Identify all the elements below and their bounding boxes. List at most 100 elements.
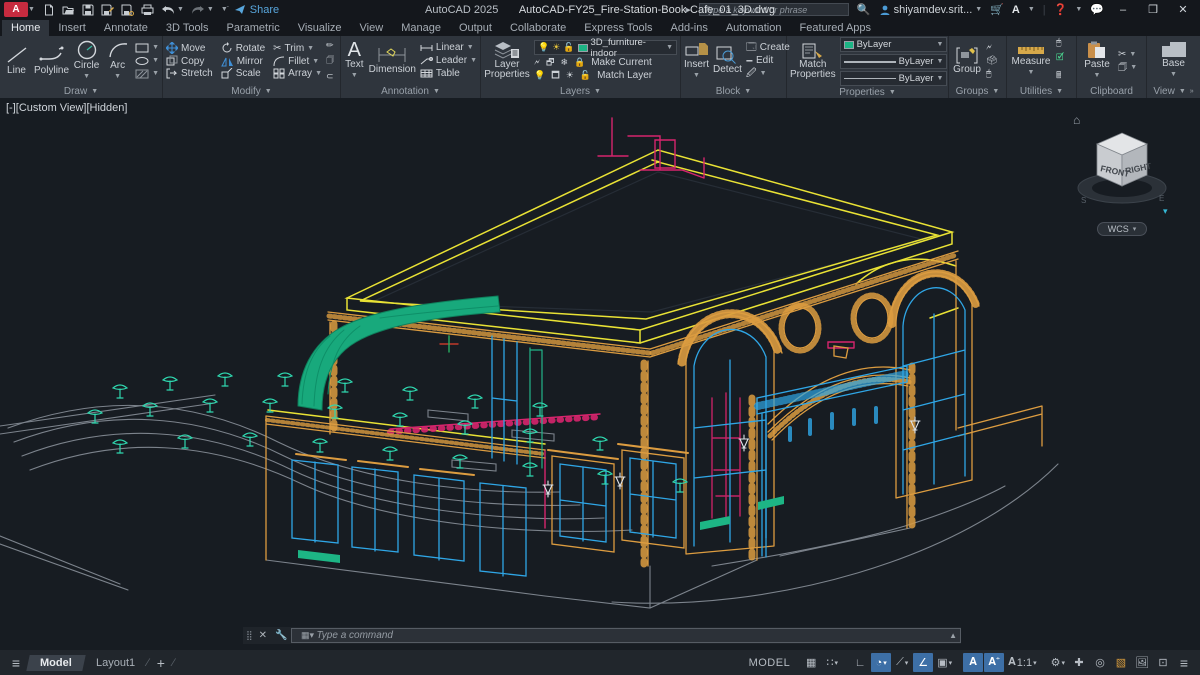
layer-lock-icon[interactable]: 🔒 <box>574 57 585 68</box>
group-select-icon[interactable]: 🖱 <box>986 68 997 79</box>
rectangle-caret-icon[interactable]: ▼ <box>152 42 159 53</box>
trim-tool[interactable]: ✂ Trim ▼ <box>273 42 322 54</box>
command-customize-icon[interactable]: 🔧 <box>271 630 291 641</box>
clean-screen-icon[interactable]: 🖼 <box>1132 653 1152 672</box>
app-menu-button[interactable]: A <box>4 2 28 17</box>
quick-calc-icon[interactable]: 🖩 <box>1056 68 1064 84</box>
print-icon[interactable] <box>141 4 154 16</box>
layer-dropdown-caret-icon[interactable]: ▼ <box>666 44 673 51</box>
autodesk-logo-icon[interactable]: A <box>1012 4 1020 16</box>
command-input[interactable] <box>291 628 961 643</box>
layer-freeze-icon[interactable]: ❄ <box>560 57 568 68</box>
layer-thaw-icon[interactable]: ☀ <box>552 42 560 53</box>
measure-tool[interactable]: Measure ▼ <box>1010 44 1052 78</box>
properties-panel-title[interactable]: Properties ▼ <box>787 87 948 98</box>
text-caret-icon[interactable]: ▼ <box>351 71 358 81</box>
circle-caret-icon[interactable]: ▼ <box>83 72 90 82</box>
undo-caret-icon[interactable]: ▼ <box>177 6 184 13</box>
linear-tool[interactable]: Linear ▼ <box>420 42 477 53</box>
base-caret-icon[interactable]: ▼ <box>1170 70 1177 80</box>
graphics-performance-icon[interactable]: ▧ <box>1111 653 1131 672</box>
search-input[interactable] <box>698 3 849 16</box>
plot-icon[interactable] <box>121 4 134 16</box>
tab-collaborate[interactable]: Collaborate <box>501 20 575 36</box>
command-grip-icon[interactable]: ⣿ <box>243 630 255 641</box>
cart-icon[interactable]: 🛒 <box>990 3 1004 16</box>
polar-tracking-icon[interactable]: ◔ ▾ <box>871 653 892 672</box>
layer-isolate-icon[interactable]: 🗗 <box>546 57 554 68</box>
block-panel-title[interactable]: Block ▼ <box>681 85 786 98</box>
insert-block-tool[interactable]: Insert ▼ <box>684 41 709 81</box>
model-space-button[interactable]: MODEL <box>746 653 794 672</box>
groups-panel-title[interactable]: Groups ▼ <box>949 85 1006 98</box>
hatch-icon[interactable] <box>135 69 149 79</box>
isolate-objects-icon[interactable]: ◎ <box>1090 653 1110 672</box>
base-view-tool[interactable]: Base ▼ <box>1152 41 1196 80</box>
hatch-caret-icon[interactable]: ▼ <box>152 68 159 79</box>
model-tab[interactable]: Model <box>26 654 86 671</box>
table-tool[interactable]: Table <box>420 68 477 79</box>
wcs-button[interactable]: WCS ▾ <box>1096 222 1148 236</box>
leader-caret-icon[interactable]: ▼ <box>470 55 477 66</box>
draw-panel-title[interactable]: Draw ▼ <box>0 85 162 98</box>
mirror-tool[interactable]: Mirror <box>220 55 265 67</box>
annotation-panel-title[interactable]: Annotation ▼ <box>341 85 480 98</box>
model-viewport[interactable]: [-][Custom View][Hidden] ⌂ S E FRONT RIG… <box>0 98 1200 650</box>
redo-caret-icon[interactable]: ▼ <box>207 6 214 13</box>
search-icon[interactable]: 🔍 <box>857 3 871 16</box>
viewport-controls-label[interactable]: [-][Custom View][Hidden] <box>6 102 127 114</box>
layer-on-icon[interactable]: 💡 <box>538 42 549 53</box>
layout1-tab[interactable]: Layout1 <box>84 655 147 671</box>
tab-annotate[interactable]: Annotate <box>95 20 157 36</box>
tab-express-tools[interactable]: Express Tools <box>575 20 661 36</box>
array-caret-icon[interactable]: ▼ <box>315 68 322 79</box>
tab-view[interactable]: View <box>351 20 393 36</box>
rotate-tool[interactable]: Rotate <box>221 42 265 54</box>
utilities-panel-title[interactable]: Utilities ▼ <box>1007 85 1076 98</box>
close-button[interactable]: ✕ <box>1172 3 1194 16</box>
ellipse-caret-icon[interactable]: ▼ <box>152 55 159 66</box>
annotation-autoscale-icon[interactable]: 𝐀⁺ <box>984 653 1005 672</box>
compass-south-label[interactable]: S <box>1081 196 1086 205</box>
insert-caret-icon[interactable]: ▼ <box>693 71 700 81</box>
command-history-icon[interactable]: ▲ <box>949 631 957 640</box>
cut-icon[interactable]: ✂ <box>1118 49 1126 60</box>
scale-tool[interactable]: Scale <box>221 68 265 79</box>
floating-window-icon[interactable]: ⊡ <box>1153 653 1173 672</box>
circle-tool[interactable]: Circle ▼ <box>73 40 100 82</box>
qat-customize-icon[interactable]: ▼̄ <box>221 6 228 13</box>
snap-mode-icon[interactable]: ∷ ▾ <box>822 653 842 672</box>
annotation-scale-button[interactable]: 𝐀 1:1 ▾ <box>1005 653 1039 672</box>
compass-east-label[interactable]: E <box>1159 194 1164 203</box>
tab-home[interactable]: Home <box>2 20 50 36</box>
viewcube-menu-caret-icon[interactable]: ▾ <box>1163 206 1168 216</box>
viewcube-home-icon[interactable]: ⌂ <box>1073 113 1080 127</box>
undo-icon[interactable] <box>161 5 175 15</box>
layer-unlock-all-icon[interactable]: 🔓 <box>580 70 591 81</box>
isometric-drafting-icon[interactable]: ⟋ ▾ <box>892 653 912 672</box>
tab-visualize[interactable]: Visualize <box>289 20 351 36</box>
explode-icon[interactable]: 🗇 <box>326 53 334 69</box>
create-block-tool[interactable]: 🗔 Create <box>746 42 790 53</box>
workspace-switching-icon[interactable]: ⚙ ▾ <box>1048 653 1068 672</box>
id-point-icon[interactable]: 🗹 <box>1056 50 1064 66</box>
layer-dropdown[interactable]: 💡 ☀ 🔓 3D_furniture-indoor ▼ <box>534 37 677 59</box>
edit-attributes-tool[interactable]: 🖉 ▼ <box>746 68 790 79</box>
tab-manage[interactable]: Manage <box>392 20 450 36</box>
copy-clip-icon[interactable]: 🗇 <box>1118 62 1127 73</box>
tab-add-ins[interactable]: Add-ins <box>662 20 717 36</box>
modify-panel-title[interactable]: Modify ▼ <box>163 85 340 98</box>
match-properties-tool[interactable]: Match Properties <box>790 43 836 80</box>
paste-caret-icon[interactable]: ▼ <box>1094 71 1101 81</box>
measure-caret-icon[interactable]: ▼ <box>1028 68 1035 78</box>
stretch-tool[interactable]: Stretch <box>166 68 213 79</box>
linetype-dropdown[interactable]: ByLayer ▼ <box>839 71 948 86</box>
command-prompt-icon[interactable]: ▦▾ <box>301 630 314 641</box>
linetype-caret-icon[interactable]: ▼ <box>936 75 943 82</box>
layer-off-icon[interactable]: 🗲 <box>534 57 540 68</box>
offset-icon[interactable]: ⊂ <box>326 71 334 82</box>
tab-3d-tools[interactable]: 3D Tools <box>157 20 218 36</box>
tab-parametric[interactable]: Parametric <box>218 20 289 36</box>
new-file-icon[interactable] <box>43 4 55 16</box>
ortho-mode-icon[interactable]: ∟ <box>850 653 870 672</box>
